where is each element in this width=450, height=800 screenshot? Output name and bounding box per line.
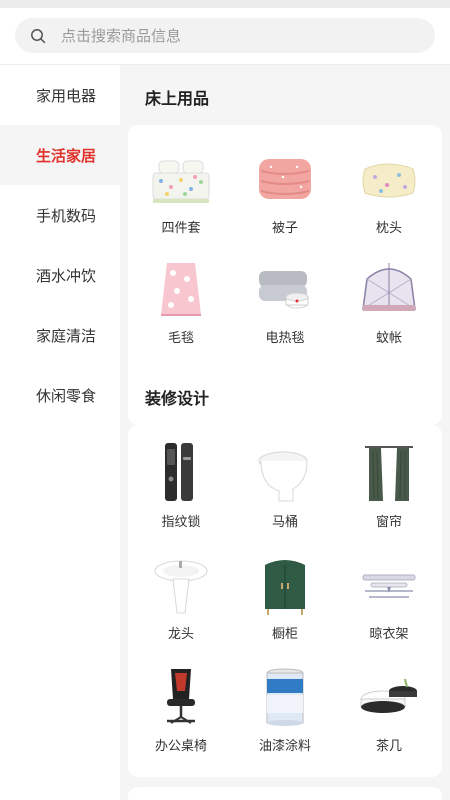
blanket-icon [161, 263, 201, 316]
item-label: 被子 [271, 221, 298, 236]
grid-item-cabinet[interactable]: 橱柜 [235, 553, 335, 642]
grid-item-paint[interactable]: 油漆涂料 [235, 665, 335, 754]
grid-item-blanket[interactable]: 毛毯 [131, 257, 231, 346]
sidebar-item-label: 生活家居 [36, 146, 97, 165]
item-label: 指纹锁 [161, 515, 201, 530]
item-label: 晾衣架 [369, 627, 409, 642]
sidebar-item-phones-digital[interactable]: 手机数码 [0, 185, 120, 245]
sidebar-item-home-appliances[interactable]: 家用电器 [0, 65, 120, 125]
grid-item-faucet[interactable]: 龙头 [131, 553, 231, 642]
grid-item-electric-blanket[interactable]: 电热毯 [235, 257, 335, 346]
item-label: 油漆涂料 [258, 739, 311, 754]
sidebar-item-label: 酒水冲饮 [36, 266, 97, 285]
toilet-icon [258, 451, 308, 502]
grid-item-office-chair[interactable]: 办公桌椅 [131, 665, 231, 754]
curtain-icon [365, 446, 413, 501]
sidebar-item-snacks[interactable]: 休闲零食 [0, 365, 120, 425]
section-card-bedding: 四件套 被子 枕头 毛毯 电热毯 蚊帐 [128, 125, 442, 425]
item-label: 窗帘 [375, 515, 402, 530]
search-icon [29, 27, 47, 45]
sidebar-item-label: 家庭清洁 [36, 326, 97, 345]
office-chair-icon [167, 669, 195, 724]
item-label: 蚊帐 [375, 331, 402, 346]
grid-item-toilet[interactable]: 马桶 [235, 441, 335, 530]
item-label: 马桶 [271, 515, 298, 530]
item-label: 龙头 [167, 627, 194, 642]
sidebar-item-beverages[interactable]: 酒水冲饮 [0, 245, 120, 305]
item-label: 电热毯 [265, 331, 305, 346]
grid-item-quilt[interactable]: 被子 [235, 147, 335, 236]
search-placeholder[interactable]: 点击搜索商品信息 [61, 25, 181, 46]
grid-item-fingerprint-lock[interactable]: 指纹锁 [131, 441, 231, 530]
bedding-set-icon [152, 160, 210, 203]
section-title-decoration: 装修设计 [145, 389, 210, 408]
item-label: 毛毯 [167, 331, 194, 346]
next-section-card [128, 787, 442, 800]
top-strip [0, 0, 450, 8]
grid-item-pillow[interactable]: 枕头 [339, 147, 439, 236]
cabinet-icon [265, 560, 305, 615]
sidebar-item-label: 休闲零食 [36, 386, 97, 405]
drying-rack-icon [362, 574, 416, 598]
faucet-sink-icon [154, 560, 208, 614]
sidebar-item-home-living[interactable]: 生活家居 [0, 125, 120, 185]
item-label: 枕头 [375, 221, 402, 236]
sidebar-item-label: 家用电器 [36, 86, 97, 105]
section-title-bedding: 床上用品 [145, 89, 210, 108]
item-label: 四件套 [161, 221, 201, 236]
item-label: 茶几 [375, 739, 402, 754]
item-label: 橱柜 [271, 627, 298, 642]
grid-item-mosquito-net[interactable]: 蚊帐 [339, 257, 439, 346]
grid-item-curtain[interactable]: 窗帘 [339, 441, 439, 530]
category-content: 床上用品 四件套 被子 枕头 毛毯 电热毯 蚊帐 装修设计 指纹锁 马桶 窗帘 … [120, 65, 450, 800]
fingerprint-lock-icon [165, 443, 193, 501]
paint-bucket-icon [266, 668, 304, 726]
search-bar[interactable]: 点击搜索商品信息 [15, 18, 435, 53]
sidebar-item-household-cleaning[interactable]: 家庭清洁 [0, 305, 120, 365]
quilt-icon [259, 159, 311, 199]
category-sidebar: 家用电器 生活家居 手机数码 酒水冲饮 家庭清洁 休闲零食 [0, 65, 120, 800]
item-label: 办公桌椅 [154, 739, 207, 754]
coffee-table-icon [360, 678, 417, 713]
pillow-icon [362, 163, 416, 198]
section-card-decoration: 指纹锁 马桶 窗帘 龙头 橱柜 晾衣架 办公桌椅 油漆涂料 茶几 [128, 425, 442, 777]
grid-item-coffee-table[interactable]: 茶几 [339, 665, 439, 754]
grid-item-bedding-set[interactable]: 四件套 [131, 147, 231, 236]
sidebar-item-label: 手机数码 [36, 206, 97, 225]
electric-blanket-icon [259, 271, 309, 309]
grid-item-drying-rack[interactable]: 晾衣架 [339, 553, 439, 642]
mosquito-net-icon [362, 263, 416, 311]
